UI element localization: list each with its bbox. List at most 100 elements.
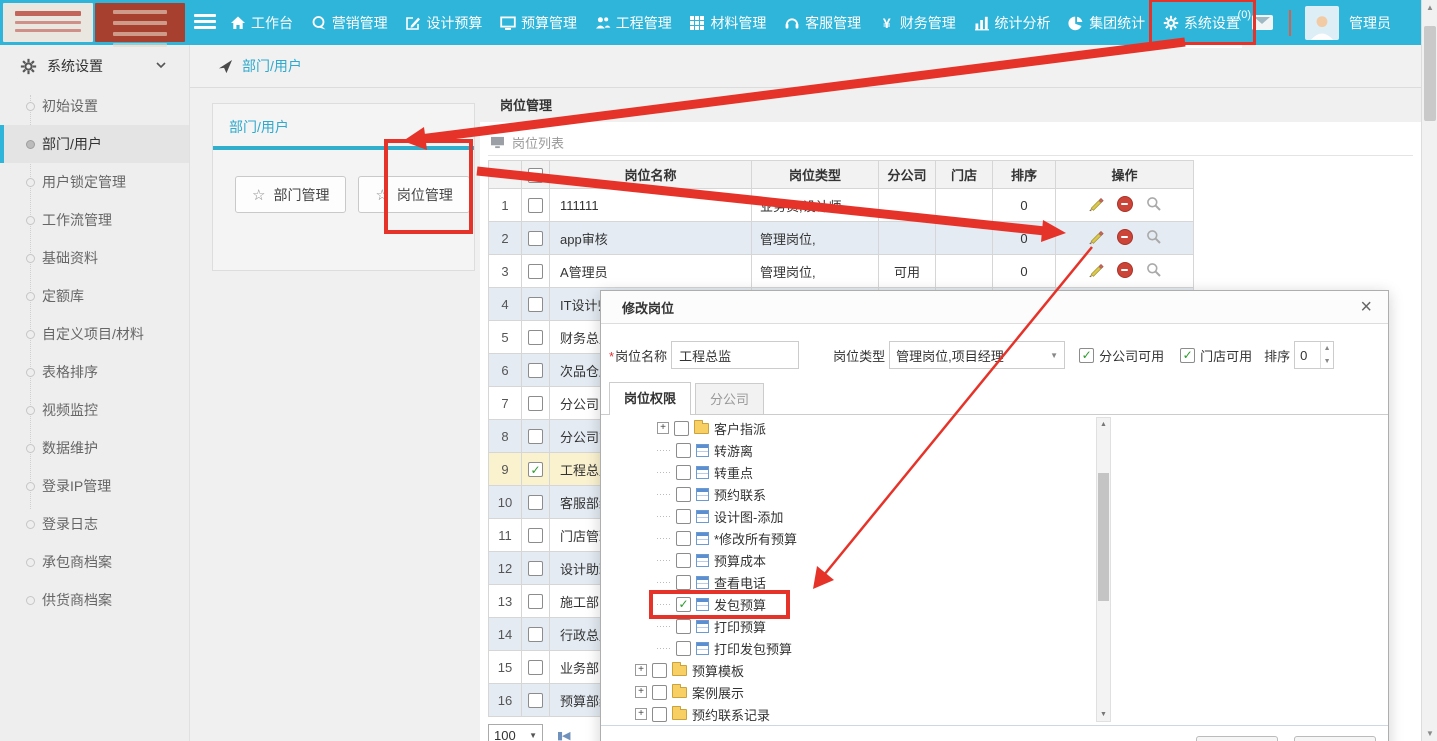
row-checkbox[interactable] xyxy=(528,693,543,708)
spin-down-icon[interactable]: ▼ xyxy=(1321,355,1333,368)
row-checkbox[interactable] xyxy=(528,198,543,213)
tree-node-label[interactable]: 发包预算 xyxy=(714,595,766,614)
tree-checkbox[interactable] xyxy=(652,685,667,700)
tree-node-label[interactable]: 预约联系 xyxy=(714,485,766,504)
user-avatar-icon[interactable] xyxy=(1305,6,1339,40)
nav-item-3[interactable]: 预算管理 xyxy=(498,9,579,37)
branch-available-checkbox[interactable]: 分公司可用 xyxy=(1079,346,1164,365)
tree-checkbox[interactable] xyxy=(674,421,689,436)
modal-footer-button-2[interactable] xyxy=(1294,736,1376,741)
modal-tab-0[interactable]: 岗位权限 xyxy=(609,382,691,415)
delete-icon[interactable] xyxy=(1117,196,1133,212)
row-checkbox[interactable] xyxy=(528,330,543,345)
sidebar-item-7[interactable]: 表格排序 xyxy=(0,353,189,391)
row-checkbox[interactable] xyxy=(528,594,543,609)
sidebar-item-9[interactable]: 数据维护 xyxy=(0,429,189,467)
modal-tab-1[interactable]: 分公司 xyxy=(695,383,764,414)
sidebar-item-12[interactable]: 承包商档案 xyxy=(0,543,189,581)
tree-checkbox[interactable] xyxy=(676,553,691,568)
row-checkbox[interactable] xyxy=(528,297,543,312)
sidebar-item-5[interactable]: 定额库 xyxy=(0,277,189,315)
row-checkbox[interactable] xyxy=(528,660,543,675)
view-magnifier-icon[interactable] xyxy=(1146,196,1162,212)
sidebar-item-6[interactable]: 自定义项目/材料 xyxy=(0,315,189,353)
row-checkbox[interactable] xyxy=(528,264,543,279)
row-checkbox[interactable] xyxy=(528,495,543,510)
scroll-down-icon[interactable]: ▼ xyxy=(1097,708,1110,721)
row-checkbox[interactable] xyxy=(528,462,543,477)
tree-checkbox[interactable] xyxy=(676,641,691,656)
expand-plus-icon[interactable]: + xyxy=(635,708,647,720)
scroll-down-icon[interactable]: ▼ xyxy=(1422,726,1437,741)
post-manage-button[interactable]: ☆ 岗位管理 xyxy=(358,176,469,213)
tree-scrollbar[interactable]: ▲ ▼ xyxy=(1096,417,1111,722)
sidebar-title[interactable]: 系统设置 xyxy=(0,45,189,87)
menu-toggle-icon[interactable] xyxy=(194,14,216,31)
select-all-checkbox[interactable] xyxy=(528,168,543,183)
tree-node-label[interactable]: 打印预算 xyxy=(714,617,766,636)
expand-plus-icon[interactable]: + xyxy=(635,686,647,698)
row-checkbox[interactable] xyxy=(528,231,543,246)
sidebar-item-3[interactable]: 工作流管理 xyxy=(0,201,189,239)
nav-item-2[interactable]: 设计预算 xyxy=(403,9,484,37)
sidebar-item-0[interactable]: 初始设置 xyxy=(0,87,189,125)
edit-pencil-icon[interactable] xyxy=(1088,196,1104,212)
sidebar-item-4[interactable]: 基础资料 xyxy=(0,239,189,277)
edit-pencil-icon[interactable] xyxy=(1088,229,1104,245)
delete-icon[interactable] xyxy=(1117,229,1133,245)
tree-node-label[interactable]: 预算模板 xyxy=(692,661,744,680)
tree-checkbox[interactable] xyxy=(676,465,691,480)
scroll-up-icon[interactable]: ▲ xyxy=(1422,0,1437,15)
store-available-checkbox[interactable]: 门店可用 xyxy=(1180,346,1252,365)
tree-node-label[interactable]: 设计图-添加 xyxy=(714,507,783,526)
sidebar-item-1[interactable]: 部门/用户 xyxy=(0,125,189,163)
post-name-input[interactable] xyxy=(671,341,799,369)
row-checkbox[interactable] xyxy=(528,396,543,411)
tree-checkbox[interactable] xyxy=(676,531,691,546)
close-icon[interactable]: × xyxy=(1360,297,1372,317)
tree-node-label[interactable]: 打印发包预算 xyxy=(714,639,792,658)
sidebar-item-10[interactable]: 登录IP管理 xyxy=(0,467,189,505)
first-page-button[interactable]: ▮◀ xyxy=(557,729,570,741)
tree-checkbox[interactable] xyxy=(676,443,691,458)
nav-item-8[interactable]: 统计分析 xyxy=(972,9,1053,37)
nav-item-1[interactable]: 营销管理 xyxy=(309,9,390,37)
user-name[interactable]: 管理员 xyxy=(1349,13,1391,33)
nav-item-10[interactable]: 系统设置 xyxy=(1161,9,1242,37)
sidebar-item-11[interactable]: 登录日志 xyxy=(0,505,189,543)
view-magnifier-icon[interactable] xyxy=(1146,229,1162,245)
post-type-select[interactable]: 管理岗位,项目经理 ▼ xyxy=(889,341,1065,369)
tree-checkbox[interactable] xyxy=(676,619,691,634)
spin-up-icon[interactable]: ▲ xyxy=(1321,342,1333,355)
sidebar-item-13[interactable]: 供货商档案 xyxy=(0,581,189,619)
row-checkbox[interactable] xyxy=(528,429,543,444)
nav-item-9[interactable]: 集团统计 xyxy=(1066,9,1147,37)
tree-node-label[interactable]: 客户指派 xyxy=(714,419,766,438)
sidebar-item-8[interactable]: 视频监控 xyxy=(0,391,189,429)
tree-checkbox[interactable] xyxy=(652,663,667,678)
row-checkbox[interactable] xyxy=(528,561,543,576)
dept-manage-button[interactable]: ☆ 部门管理 xyxy=(235,176,346,213)
row-checkbox[interactable] xyxy=(528,627,543,642)
delete-icon[interactable] xyxy=(1117,262,1133,278)
tree-checkbox[interactable] xyxy=(676,509,691,524)
edit-pencil-icon[interactable] xyxy=(1088,262,1104,278)
tree-checkbox[interactable] xyxy=(676,597,691,612)
tree-checkbox[interactable] xyxy=(652,707,667,722)
tree-node-label[interactable]: 预约联系记录 xyxy=(692,705,770,724)
expand-plus-icon[interactable]: + xyxy=(657,422,669,434)
nav-item-7[interactable]: ¥财务管理 xyxy=(877,9,958,37)
tree-checkbox[interactable] xyxy=(676,487,691,502)
nav-item-4[interactable]: 工程管理 xyxy=(593,9,674,37)
nav-item-5[interactable]: 材料管理 xyxy=(687,9,768,37)
modal-footer-button-1[interactable] xyxy=(1196,736,1278,741)
scrollbar-thumb[interactable] xyxy=(1424,26,1436,121)
order-spinner[interactable]: 0 ▲▼ xyxy=(1294,341,1334,369)
row-checkbox[interactable] xyxy=(528,528,543,543)
nav-item-0[interactable]: 工作台 xyxy=(228,9,295,37)
row-checkbox[interactable] xyxy=(528,363,543,378)
nav-item-6[interactable]: 客服管理 xyxy=(782,9,863,37)
tree-node-label[interactable]: 转重点 xyxy=(714,463,753,482)
tree-node-label[interactable]: 案例展示 xyxy=(692,683,744,702)
tree-node-label[interactable]: *修改所有预算 xyxy=(714,529,797,548)
